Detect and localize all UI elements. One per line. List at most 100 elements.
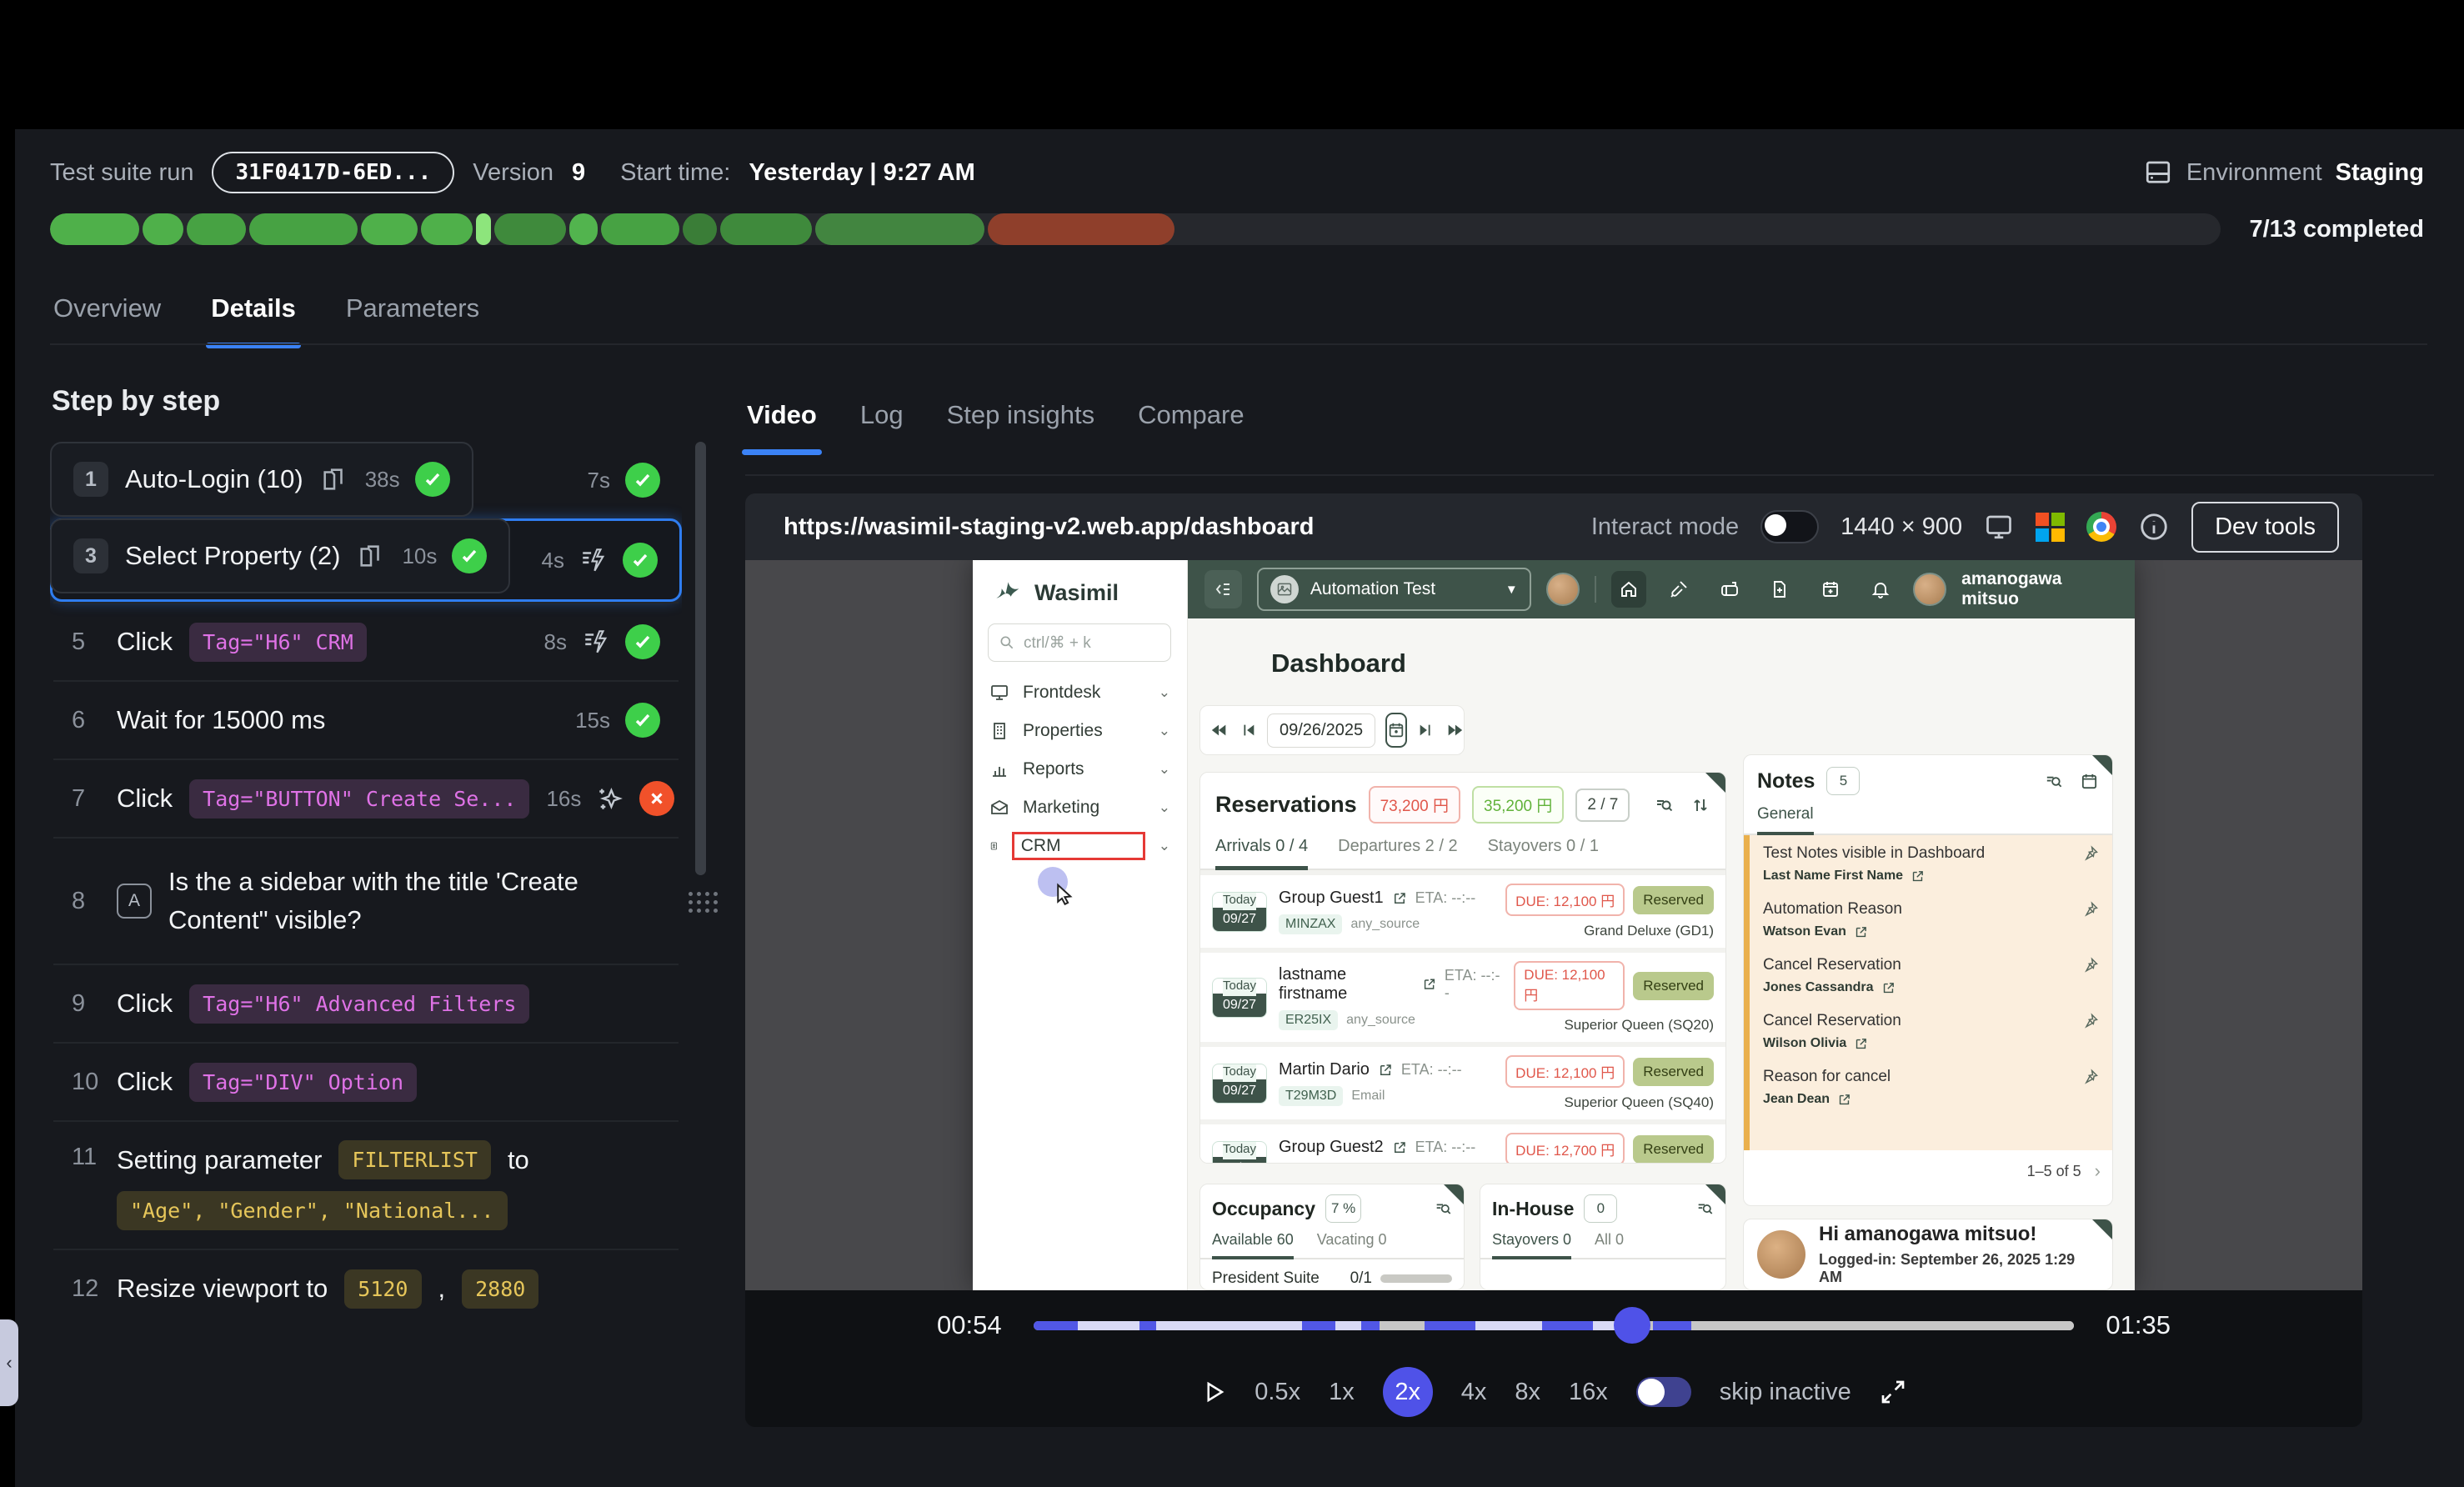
calendar-button[interactable] bbox=[1385, 713, 1407, 748]
list-search-icon[interactable] bbox=[2044, 772, 2063, 791]
tab-general[interactable]: General bbox=[1757, 805, 1814, 835]
external-link-icon[interactable] bbox=[1854, 1037, 1868, 1051]
booking-source: any_source bbox=[1346, 1013, 1415, 1028]
folder-icon bbox=[357, 542, 385, 570]
tab-step-insights[interactable]: Step insights bbox=[947, 400, 1095, 447]
run-progress-bar[interactable] bbox=[50, 213, 2221, 245]
video-frame[interactable]: Wasimil ctrl/⌘ + k Frontdesk ⌄ Propertie… bbox=[745, 560, 2362, 1290]
app-search-input[interactable]: ctrl/⌘ + k bbox=[988, 623, 1171, 662]
note-item[interactable]: Cancel Reservation Jones Cassandra bbox=[1750, 947, 2112, 1003]
speed-16x-button[interactable]: 16x bbox=[1569, 1379, 1608, 1406]
steps-scrollbar[interactable] bbox=[695, 442, 706, 875]
sort-icon[interactable] bbox=[1690, 795, 1710, 815]
step-row-3[interactable]: 3 Select Property (2) 10s bbox=[50, 518, 510, 593]
step-row-5[interactable]: 5 Click Tag="H6" CRM 8s bbox=[50, 603, 682, 680]
housekeeping-icon[interactable] bbox=[1661, 571, 1696, 608]
avatar[interactable] bbox=[1546, 573, 1580, 606]
tab-log[interactable]: Log bbox=[860, 400, 904, 447]
fast-forward-icon[interactable] bbox=[1445, 721, 1464, 739]
tab-stayovers[interactable]: Stayovers 0 / 1 bbox=[1488, 837, 1599, 869]
external-link-icon[interactable] bbox=[1837, 1093, 1851, 1107]
mailbox-icon[interactable] bbox=[1711, 571, 1746, 608]
pin-icon[interactable] bbox=[2082, 901, 2099, 918]
speed-4x-button[interactable]: 4x bbox=[1461, 1379, 1487, 1406]
pin-icon[interactable] bbox=[2082, 845, 2099, 862]
collapsed-panel-tab[interactable]: ‹ bbox=[0, 1319, 18, 1406]
fullscreen-icon[interactable] bbox=[1880, 1379, 1906, 1405]
external-link-icon[interactable] bbox=[1854, 925, 1868, 939]
tab-arrivals[interactable]: Arrivals 0 / 4 bbox=[1215, 837, 1308, 870]
file-add-icon[interactable] bbox=[1762, 571, 1797, 608]
step-row-1[interactable]: 1 Auto-Login (10) 38s bbox=[50, 442, 473, 517]
calendar-add-icon[interactable] bbox=[1812, 571, 1847, 608]
tab-departures[interactable]: Departures 2 / 2 bbox=[1338, 837, 1457, 869]
next-page-chevron-icon[interactable]: › bbox=[2095, 1160, 2101, 1182]
step-row-10[interactable]: 10 Click Tag="DIV" Option bbox=[50, 1044, 682, 1120]
step-pass-icon bbox=[625, 463, 660, 498]
rewind-icon[interactable] bbox=[1210, 721, 1229, 739]
sidebar-item-properties[interactable]: Properties ⌄ bbox=[973, 712, 1187, 750]
sidebar-item-crm[interactable]: CRM ⌄ bbox=[973, 827, 1187, 865]
pin-icon[interactable] bbox=[2082, 957, 2099, 974]
video-timeline[interactable] bbox=[1034, 1321, 2075, 1330]
tab-parameters[interactable]: Parameters bbox=[346, 293, 479, 340]
sidebar-item-reports[interactable]: Reports ⌄ bbox=[973, 750, 1187, 789]
step-row-8[interactable]: 8 A Is the a sidebar with the title 'Cre… bbox=[50, 839, 682, 964]
tab-details[interactable]: Details bbox=[211, 293, 296, 340]
speed-8x-button[interactable]: 8x bbox=[1515, 1379, 1540, 1406]
pin-icon[interactable] bbox=[2082, 1013, 2099, 1029]
tab-video[interactable]: Video bbox=[747, 400, 817, 447]
skip-start-icon[interactable] bbox=[1239, 721, 1257, 739]
info-icon[interactable] bbox=[2138, 511, 2170, 543]
sidebar-collapse-button[interactable] bbox=[1204, 570, 1242, 608]
note-item[interactable]: Automation Reason Watson Evan bbox=[1750, 891, 2112, 947]
external-link-icon[interactable] bbox=[1392, 891, 1407, 906]
playhead-handle[interactable] bbox=[1614, 1307, 1650, 1344]
step-row-7[interactable]: 7 Click Tag="BUTTON" Create Se... 16s bbox=[50, 760, 682, 837]
external-link-icon[interactable] bbox=[1392, 1140, 1407, 1155]
skip-inactive-toggle[interactable] bbox=[1636, 1377, 1691, 1407]
page-url[interactable]: https://wasimil-staging-v2.web.app/dashb… bbox=[784, 513, 1314, 541]
speed-2x-button[interactable]: 2x bbox=[1383, 1367, 1433, 1417]
list-search-icon[interactable] bbox=[1654, 795, 1674, 815]
sidebar-item-frontdesk[interactable]: Frontdesk ⌄ bbox=[973, 673, 1187, 712]
external-link-icon[interactable] bbox=[1881, 981, 1896, 995]
step-row-11[interactable]: 11 Setting parameter FILTERLIST to "Age"… bbox=[50, 1122, 682, 1249]
skip-end-icon[interactable] bbox=[1417, 721, 1435, 739]
pin-icon[interactable] bbox=[2082, 1069, 2099, 1085]
speed-1x-button[interactable]: 1x bbox=[1329, 1379, 1355, 1406]
reservation-row[interactable]: Today09/27 Group Guest2 ETA: --:-- MINZA… bbox=[1200, 1119, 1725, 1164]
note-item[interactable]: Reason for cancel Jean Dean bbox=[1750, 1059, 2112, 1114]
tab-overview[interactable]: Overview bbox=[53, 293, 161, 340]
play-button-icon[interactable] bbox=[1201, 1379, 1226, 1404]
user-avatar[interactable] bbox=[1913, 573, 1946, 606]
interact-mode-toggle[interactable] bbox=[1760, 510, 1819, 543]
note-item[interactable]: Test Notes visible in Dashboard Last Nam… bbox=[1750, 835, 2112, 891]
speed-0.5x-button[interactable]: 0.5x bbox=[1255, 1379, 1300, 1406]
tab-vacating[interactable]: Vacating 0 bbox=[1317, 1231, 1387, 1258]
run-id-pill[interactable]: 31F0417D-6ED... bbox=[212, 152, 454, 193]
skip-inactive-label: skip inactive bbox=[1720, 1379, 1851, 1406]
dev-tools-button[interactable]: Dev tools bbox=[2191, 502, 2339, 553]
step-row-6[interactable]: 6 Wait for 15000 ms 15s bbox=[50, 682, 682, 759]
panel-resize-handle[interactable] bbox=[689, 892, 722, 917]
property-selector-dropdown[interactable]: Automation Test ▼ bbox=[1257, 568, 1531, 611]
tab-compare[interactable]: Compare bbox=[1138, 400, 1245, 447]
monitor-icon[interactable] bbox=[1984, 512, 2014, 542]
reservation-row[interactable]: Today09/27 lastname firstname ETA: --:--… bbox=[1200, 948, 1725, 1042]
tab-stayovers[interactable]: Stayovers 0 bbox=[1492, 1231, 1571, 1259]
notifications-bell-icon[interactable] bbox=[1863, 571, 1898, 608]
note-item[interactable]: Cancel Reservation Wilson Olivia bbox=[1750, 1003, 2112, 1059]
reservation-row[interactable]: Today09/27 Group Guest1 ETA: --:-- MINZA… bbox=[1200, 870, 1725, 948]
date-input[interactable]: 09/26/2025 bbox=[1267, 713, 1375, 748]
external-link-icon[interactable] bbox=[1378, 1063, 1393, 1078]
sidebar-item-marketing[interactable]: Marketing ⌄ bbox=[973, 789, 1187, 827]
home-nav-icon[interactable] bbox=[1611, 571, 1646, 608]
external-link-icon[interactable] bbox=[1911, 869, 1925, 884]
reservation-row[interactable]: Today09/27 Martin Dario ETA: --:-- T29M3… bbox=[1200, 1042, 1725, 1119]
external-link-icon[interactable] bbox=[1422, 977, 1436, 992]
step-row-9[interactable]: 9 Click Tag="H6" Advanced Filters bbox=[50, 965, 682, 1042]
step-row-12[interactable]: 12 Resize viewport to 5120 , 2880 bbox=[50, 1250, 682, 1327]
tab-all[interactable]: All 0 bbox=[1595, 1231, 1624, 1258]
tab-available[interactable]: Available 60 bbox=[1212, 1231, 1294, 1259]
